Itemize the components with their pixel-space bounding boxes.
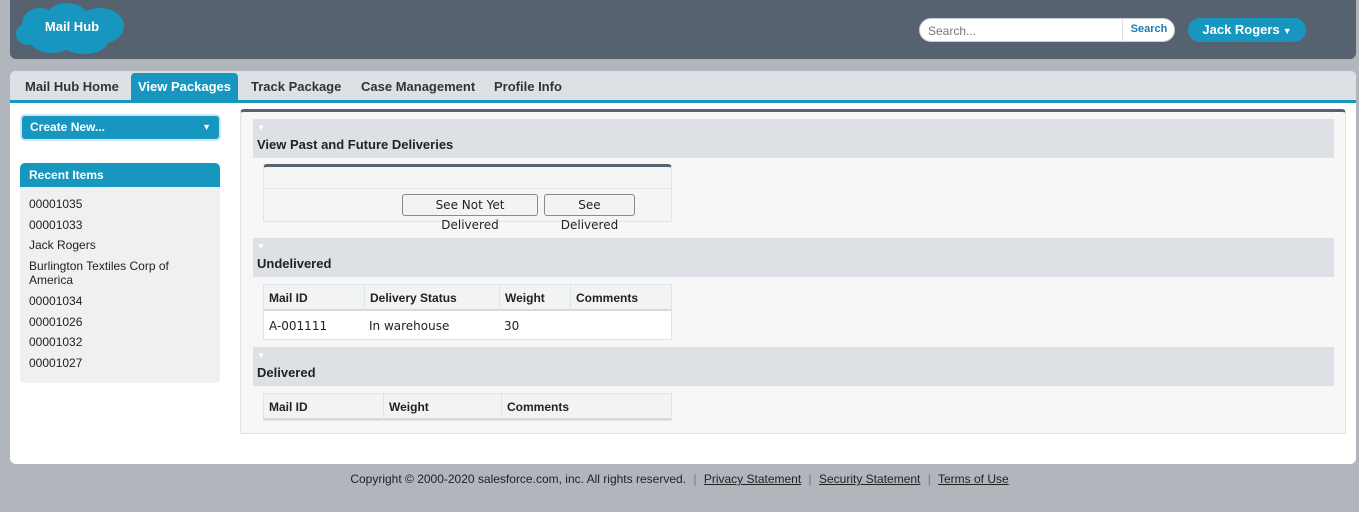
- column-header-delivery-status[interactable]: Delivery Status: [364, 285, 499, 311]
- create-new-button[interactable]: Create New... ▼: [20, 114, 221, 141]
- terms-of-use-link[interactable]: Terms of Use: [938, 472, 1009, 486]
- recent-item[interactable]: 00001027: [29, 356, 214, 370]
- footer-separator: |: [927, 472, 931, 486]
- see-delivered-button[interactable]: See Delivered: [544, 194, 635, 232]
- recent-item[interactable]: 00001034: [29, 294, 214, 308]
- cell-delivery-status: In warehouse: [369, 319, 450, 333]
- tab-profile-info[interactable]: Profile Info: [487, 73, 569, 100]
- create-new-label: Create New...: [30, 120, 105, 134]
- footer-separator: |: [808, 472, 812, 486]
- cell-comments: [570, 313, 575, 339]
- column-header-comments[interactable]: Comments: [570, 285, 671, 311]
- undelivered-section-header[interactable]: ▼ Undelivered: [253, 238, 1334, 277]
- recent-item[interactable]: Burlington Textiles Corp of America: [29, 259, 214, 287]
- tab-mail-hub-home[interactable]: Mail Hub Home: [18, 73, 126, 100]
- tab-track-package[interactable]: Track Package: [244, 73, 348, 100]
- footer-separator: |: [693, 472, 697, 486]
- table-header-row: Mail ID Delivery Status Weight Comments: [264, 285, 671, 311]
- tab-bar: Mail Hub Home View Packages Track Packag…: [10, 71, 1356, 103]
- column-header-mail-id[interactable]: Mail ID: [264, 394, 383, 420]
- undelivered-table: Mail ID Delivery Status Weight Comments …: [263, 284, 672, 340]
- column-header-mail-id[interactable]: Mail ID: [264, 285, 364, 311]
- undelivered-section-title: Undelivered: [257, 256, 332, 271]
- column-header-weight[interactable]: Weight: [383, 394, 501, 420]
- deliveries-section-title: View Past and Future Deliveries: [257, 137, 454, 152]
- content-area: Create New... ▼ Recent Items 00001035 00…: [10, 103, 1356, 464]
- deliveries-section-header[interactable]: ▼ View Past and Future Deliveries: [253, 119, 1334, 158]
- column-header-weight[interactable]: Weight: [499, 285, 570, 311]
- recent-item[interactable]: Jack Rogers: [29, 238, 214, 252]
- collapse-arrow-icon[interactable]: ▼: [257, 242, 265, 251]
- caret-down-icon: ▼: [202, 122, 211, 132]
- recent-items-header: Recent Items: [20, 163, 220, 187]
- tab-view-packages[interactable]: View Packages: [131, 73, 238, 100]
- recent-item[interactable]: 00001026: [29, 315, 214, 329]
- search-box: Search: [919, 18, 1175, 42]
- privacy-statement-link[interactable]: Privacy Statement: [704, 472, 801, 486]
- app-header: Mail Hub Search Jack Rogers▼: [10, 0, 1356, 59]
- page-footer: Copyright © 2000-2020 salesforce.com, in…: [0, 472, 1359, 486]
- recent-item[interactable]: 00001035: [29, 197, 214, 211]
- delivered-section-title: Delivered: [257, 365, 316, 380]
- see-not-yet-delivered-button[interactable]: See Not Yet Delivered: [402, 194, 538, 232]
- search-divider: [1122, 19, 1123, 41]
- collapse-arrow-icon[interactable]: ▼: [257, 351, 265, 360]
- recent-item[interactable]: 00001032: [29, 335, 214, 349]
- packages-panel: ▼ View Past and Future Deliveries See No…: [240, 109, 1346, 434]
- recent-items-list: 00001035 00001033 Jack Rogers Burlington…: [20, 187, 220, 383]
- copyright-text: Copyright © 2000-2020 salesforce.com, in…: [350, 472, 686, 486]
- delivered-table: Mail ID Weight Comments: [263, 393, 672, 421]
- delivered-section-header[interactable]: ▼ Delivered: [253, 347, 1334, 386]
- search-input[interactable]: [928, 22, 1118, 39]
- column-header-comments[interactable]: Comments: [501, 394, 671, 420]
- cell-mail-id: A-001111: [269, 319, 328, 333]
- collapse-arrow-icon[interactable]: ▼: [257, 123, 265, 132]
- logo-text: Mail Hub: [44, 19, 100, 34]
- divider: [264, 188, 671, 189]
- caret-down-icon: ▼: [1282, 26, 1292, 36]
- tab-case-management[interactable]: Case Management: [354, 73, 482, 100]
- mail-hub-logo[interactable]: Mail Hub: [12, 2, 126, 54]
- user-menu-button[interactable]: Jack Rogers ▼: [1188, 18, 1306, 42]
- table-header-row: Mail ID Weight Comments: [264, 394, 671, 420]
- user-name: Jack Rogers: [1202, 22, 1280, 37]
- search-button[interactable]: Search: [1124, 19, 1174, 41]
- security-statement-link[interactable]: Security Statement: [819, 472, 920, 486]
- cell-weight: 30: [504, 319, 520, 333]
- delivery-buttons-block: See Not Yet Delivered See Delivered: [263, 164, 672, 232]
- recent-item[interactable]: 00001033: [29, 218, 214, 232]
